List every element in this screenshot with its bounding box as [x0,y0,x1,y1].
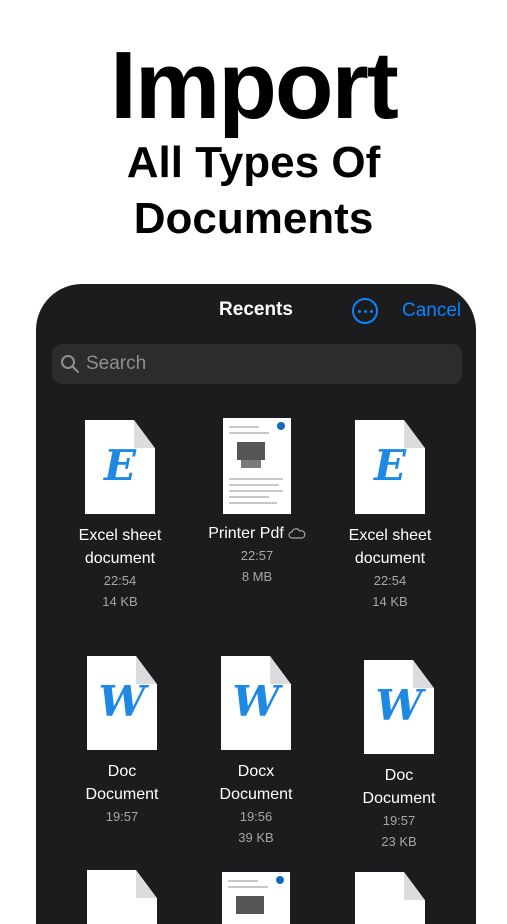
file-size: 8 MB [241,569,273,584]
search-input[interactable] [86,344,446,384]
cloud-download-icon [288,527,306,539]
file-item[interactable]: E Excel sheet document 22:54 14 KB [320,420,460,612]
search-icon [61,355,79,373]
pdf-thumbnail [223,418,291,514]
file-time: 22:57 [240,548,274,563]
file-name: Docx Document [219,763,293,803]
file-picker-sheet: Recents Cancel E Excel sheetdocument 22:… [36,284,476,924]
excel-document-icon: E [355,420,425,514]
file-item[interactable]: Printer Pdf 22:57 8 MB [187,418,327,587]
file-item[interactable]: W Docx Document 19:56 39 KB [186,656,326,848]
word-document-icon: W [221,656,291,750]
file-time: 19:57 [105,809,139,824]
headline-documents: Documents [133,194,374,243]
file-time: 19:56 [239,809,273,824]
file-time: 19:57 [382,813,416,828]
file-time: 22:54 [103,573,137,588]
file-item[interactable] [52,870,192,924]
document-icon [355,872,425,924]
file-name: Excel sheet document [348,527,432,567]
file-time: 22:54 [373,573,407,588]
word-document-icon: W [87,656,157,750]
pdf-thumbnail [222,872,290,924]
file-size: 39 KB [238,830,274,845]
headline-import: Import [110,32,399,139]
file-size: 14 KB [102,594,138,609]
file-size: 23 KB [381,834,417,849]
file-name: Printer Pdf [187,522,327,545]
search-bar[interactable] [52,344,462,384]
file-size: 14 KB [372,594,408,609]
file-item[interactable] [186,872,326,924]
file-item[interactable] [320,872,460,924]
file-name: Doc Document [85,763,159,803]
cancel-button[interactable]: Cancel [402,300,461,322]
word-document-icon: W [364,660,434,754]
file-item[interactable]: W Doc Document 19:57 23 KB [329,660,469,852]
document-icon [87,870,157,924]
file-item[interactable]: E Excel sheet document 22:54 14 KB [50,420,190,612]
excel-document-icon: E [85,420,155,514]
headline-subtitle: All Types Of [126,138,381,187]
file-name: Doc Document [362,767,436,807]
file-name: Excel sheet document [78,527,162,567]
ellipsis-circle-icon[interactable] [352,298,378,324]
file-item[interactable]: W Doc Document 19:57 [52,656,192,827]
